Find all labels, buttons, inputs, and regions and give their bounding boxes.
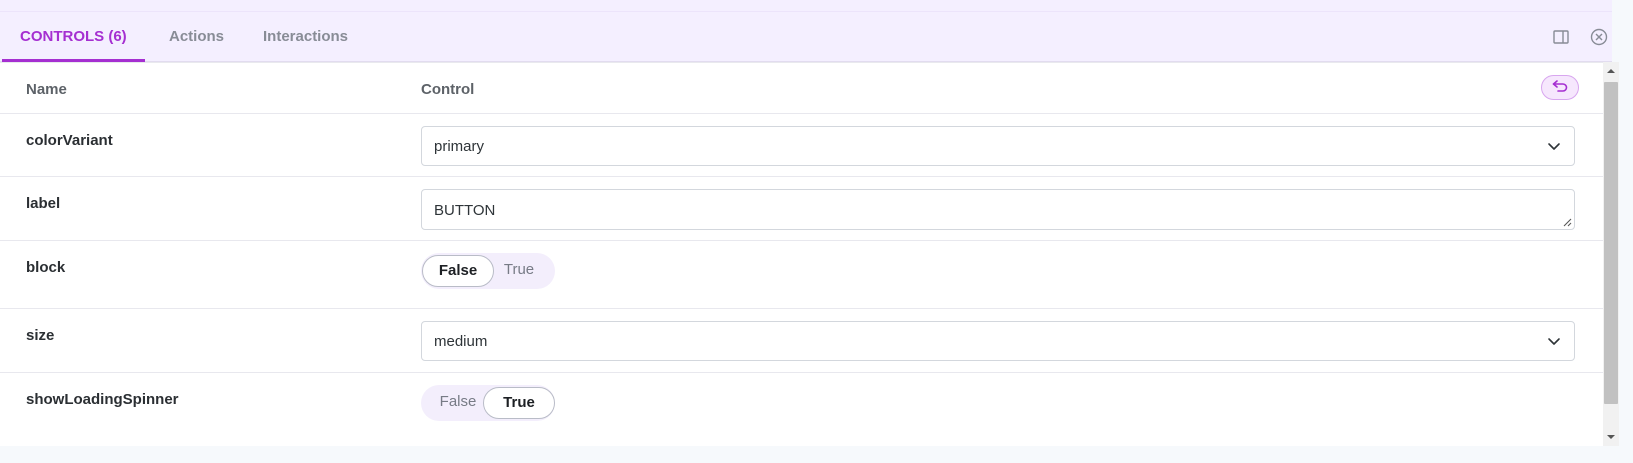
block-boolean-toggle: False True [421, 253, 555, 289]
header-name: Name [26, 81, 67, 98]
resize-grip-icon[interactable] [1562, 217, 1572, 227]
chevron-down-icon [1548, 338, 1560, 345]
panel-layout-icon[interactable] [1551, 27, 1571, 47]
control-name: showLoadingSpinner [26, 391, 179, 408]
scroll-up-arrow-icon[interactable] [1606, 66, 1616, 76]
controls-panel: Name Control colorVariant primary label … [0, 62, 1612, 446]
table-header: Name Control [0, 63, 1603, 114]
control-row-colorvariant: colorVariant primary [0, 114, 1603, 177]
showloadingspinner-boolean-toggle: False True [421, 385, 555, 421]
control-row-block: block False True [0, 241, 1603, 309]
toggle-option-true[interactable]: True [483, 255, 555, 287]
tab-actions[interactable]: Actions [169, 12, 224, 62]
vertical-scrollbar[interactable] [1603, 62, 1619, 446]
size-select[interactable]: medium [421, 321, 1575, 361]
control-row-label: label BUTTON [0, 177, 1603, 241]
tab-controls[interactable]: CONTROLS (6) [2, 12, 145, 62]
select-value: medium [434, 333, 488, 350]
textarea-value: BUTTON [434, 202, 496, 219]
close-circle-icon[interactable] [1589, 27, 1609, 47]
undo-icon [1552, 79, 1568, 97]
addon-tab-bar: CONTROLS (6) Actions Interactions [0, 12, 1612, 62]
select-value: primary [434, 138, 485, 155]
control-name: label [26, 195, 61, 212]
header-control: Control [421, 81, 475, 98]
label-textarea[interactable]: BUTTON [421, 189, 1575, 230]
toggle-option-true[interactable]: True [483, 387, 555, 419]
control-row-size: size medium [0, 309, 1603, 373]
control-name: size [26, 327, 55, 344]
reset-controls-button[interactable] [1541, 75, 1579, 100]
control-name: block [26, 259, 66, 276]
control-row-showloadingspinner: showLoadingSpinner False True [0, 373, 1603, 446]
top-strip [0, 0, 1612, 12]
scroll-down-arrow-icon[interactable] [1606, 432, 1616, 442]
scrollbar-thumb[interactable] [1604, 82, 1618, 404]
colorvariant-select[interactable]: primary [421, 126, 1575, 166]
control-name: colorVariant [26, 132, 113, 149]
tab-interactions[interactable]: Interactions [263, 12, 348, 62]
chevron-down-icon [1548, 143, 1560, 150]
